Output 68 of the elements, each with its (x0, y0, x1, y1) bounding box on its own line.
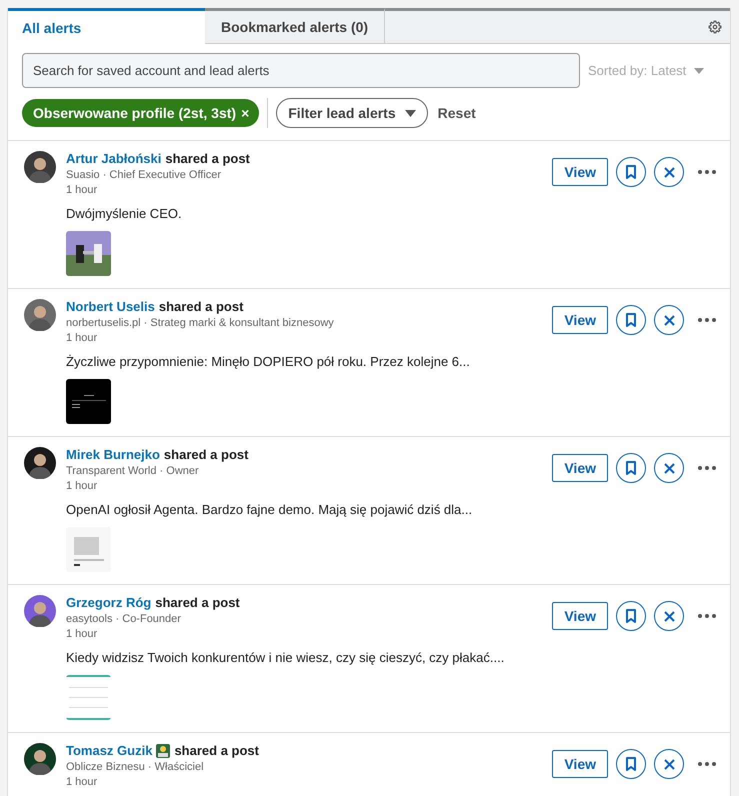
profile-link[interactable]: Norbert Uselis (66, 299, 155, 314)
bookmark-icon (625, 609, 637, 623)
bookmark-button[interactable] (616, 305, 646, 335)
timestamp: 1 hour (66, 184, 98, 196)
post-text: OpenAI ogłosił Agenta. Bardzo fajne demo. Mają się pojawić dziś dla... (66, 502, 472, 517)
caret-icon (694, 68, 704, 74)
profile-link[interactable]: Grzegorz Róg (66, 595, 152, 610)
view-button[interactable]: View (552, 750, 608, 778)
company-title: Oblicze Biznesu · Właściciel (66, 761, 204, 773)
dismiss-button[interactable] (654, 453, 684, 483)
filter-chip[interactable]: Obserwowane profile (2st, 3st) × (22, 99, 260, 127)
avatar (24, 447, 56, 479)
more-icon[interactable] (698, 762, 716, 766)
close-icon (664, 462, 674, 474)
bookmark-icon (625, 757, 637, 771)
more-icon[interactable] (698, 170, 716, 174)
timestamp: 1 hour (66, 480, 98, 492)
view-button[interactable]: View (552, 306, 608, 334)
timestamp: 1 hour (66, 332, 98, 344)
company-title: Transparent World · Owner (66, 465, 199, 477)
close-icon (664, 314, 674, 326)
avatar (24, 595, 56, 627)
action-text: shared a post (165, 151, 250, 166)
timestamp: 1 hour (66, 628, 98, 640)
avatar (24, 299, 56, 331)
company-title: Suasio · Chief Executive Officer (66, 169, 222, 181)
dismiss-button[interactable] (654, 749, 684, 779)
avatar (24, 743, 56, 775)
profile-link[interactable]: Mirek Burnejko (66, 447, 160, 462)
timestamp: 1 hour (66, 776, 98, 788)
company-title: easytools · Co-Founder (66, 613, 181, 625)
search-field[interactable]: Search for saved account and lead alerts (22, 53, 580, 88)
bookmark-icon (625, 165, 637, 179)
action-text: shared a post (155, 595, 240, 610)
profile-link[interactable]: Artur Jabłoński (66, 151, 162, 166)
dismiss-button[interactable] (654, 157, 684, 187)
action-text: shared a post (174, 743, 259, 758)
more-icon[interactable] (698, 466, 716, 470)
close-icon (664, 758, 674, 770)
close-icon (664, 166, 674, 178)
post-text: Życzliwe przypomnienie: Minęło DOPIERO pół roku. Przez kolejne 6... (66, 354, 470, 369)
view-button[interactable]: View (552, 454, 608, 482)
dismiss-button[interactable] (654, 601, 684, 631)
reset-button[interactable]: Reset (436, 101, 478, 125)
close-icon (664, 610, 674, 622)
post-text: Kiedy widzisz Twoich konkurentów i nie wiesz, czy się cieszyć, czy płakać.... (66, 650, 504, 665)
bookmark-button[interactable] (616, 453, 646, 483)
bookmark-button[interactable] (616, 601, 646, 631)
filter-dropdown[interactable]: Filter lead alerts (276, 98, 428, 128)
settings-icon[interactable] (708, 20, 722, 34)
bookmark-icon (625, 461, 637, 475)
view-button[interactable]: View (552, 158, 608, 186)
dismiss-button[interactable] (654, 305, 684, 335)
caret-icon (404, 110, 416, 116)
action-text: shared a post (158, 299, 244, 314)
more-icon[interactable] (698, 614, 716, 618)
company-title: norbertuselis.pl · Strateg marki & konsultant biznesowy (66, 317, 334, 329)
profile-link[interactable]: Tomasz Guzik (66, 743, 152, 758)
tab[interactable]: Bookmarked alerts (0) (205, 8, 386, 44)
avatar (24, 151, 56, 183)
bookmark-button[interactable] (616, 157, 646, 187)
view-button[interactable]: View (552, 602, 608, 630)
action-text: shared a post (164, 447, 248, 462)
more-icon[interactable] (698, 318, 716, 322)
emoji-icon (156, 744, 170, 758)
bookmark-icon (625, 313, 637, 327)
post-text: Dwójmyślenie CEO. (66, 206, 182, 221)
bookmark-button[interactable] (616, 749, 646, 779)
